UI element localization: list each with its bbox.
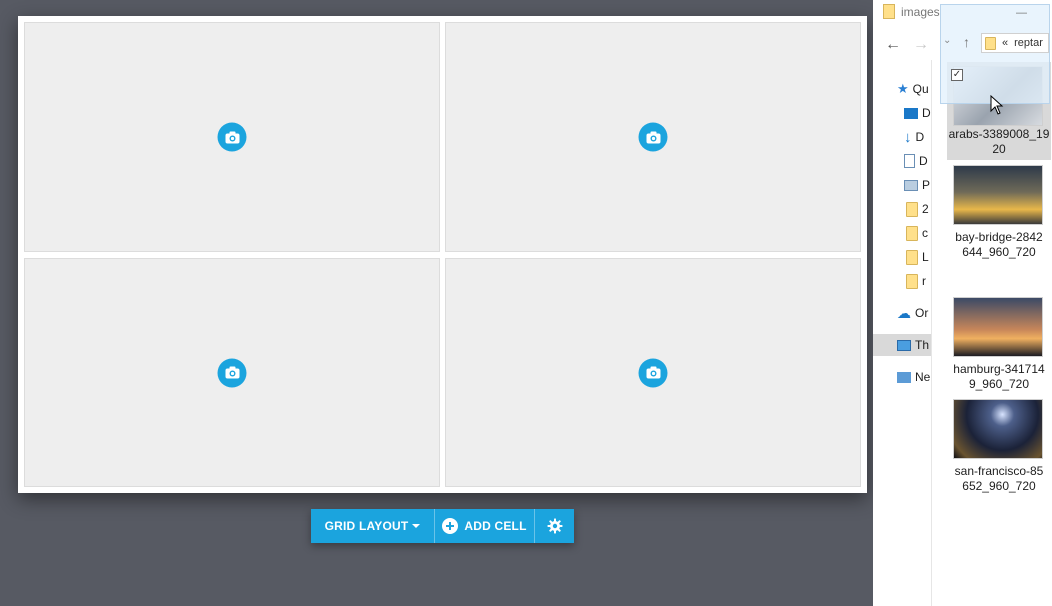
file-name: bay-bridge-2842 644_960_720	[955, 230, 1043, 259]
folder-icon	[985, 36, 996, 50]
camera-add-icon[interactable]	[638, 122, 668, 152]
nav-item-label: Th	[915, 338, 930, 352]
file-thumbnail	[953, 399, 1043, 459]
file-name: san-francisco-85 652_960_720	[954, 464, 1044, 493]
folder-icon	[906, 249, 918, 265]
grid-canvas	[18, 16, 867, 493]
download-icon: ↓	[904, 128, 912, 146]
navigation-pane: ★ Qu D ↓ D D P 2 c L r ☁ Or Th Ne	[873, 60, 932, 606]
add-cell-label: ADD CELL	[464, 519, 527, 533]
file-thumbnail	[953, 297, 1043, 357]
nav-item-desktop[interactable]: D	[904, 102, 938, 124]
grid-cell-2[interactable]	[445, 22, 861, 252]
grid-layout-label: GRID LAYOUT	[324, 519, 409, 533]
nav-item-label: D	[922, 106, 931, 120]
grid-layout-button[interactable]: GRID LAYOUT	[311, 509, 435, 543]
camera-add-icon[interactable]	[638, 358, 668, 387]
caret-down-icon	[412, 524, 421, 528]
network-icon	[897, 371, 911, 383]
nav-item-label: 2	[922, 202, 929, 216]
folder-icon	[906, 201, 918, 217]
nav-item-label: Qu	[912, 82, 929, 96]
nav-item-folder[interactable]: c	[906, 222, 940, 244]
nav-item-quick-access[interactable]: ★ Qu	[897, 78, 931, 100]
cursor-icon	[990, 94, 1004, 120]
drag-preview: — ⌄ ↑ « reptar ✓	[940, 4, 1050, 104]
nav-item-this-pc[interactable]: Th	[873, 334, 931, 356]
file-name: arabs-3389008_19 20	[948, 127, 1050, 156]
pictures-icon	[904, 179, 918, 191]
nav-item-pictures[interactable]: P	[904, 174, 938, 196]
gear-icon	[547, 518, 563, 534]
window-title: images	[901, 5, 940, 19]
grid-cell-1[interactable]	[24, 22, 440, 252]
nav-item-label: c	[922, 226, 928, 240]
file-name: hamburg-341714 9_960_720	[953, 362, 1045, 391]
nav-item-folder[interactable]: r	[906, 270, 940, 292]
desktop-icon	[904, 107, 918, 119]
camera-add-icon[interactable]	[217, 122, 247, 152]
grid-cell-3[interactable]	[24, 258, 440, 487]
nav-item-label: P	[922, 178, 931, 192]
nav-item-label: r	[922, 274, 926, 288]
star-icon: ★	[897, 81, 909, 96]
settings-button[interactable]	[535, 509, 574, 543]
breadcrumb-prefix: «	[1002, 37, 1009, 49]
nav-item-label: D	[919, 154, 928, 168]
nav-item-label: L	[922, 250, 929, 264]
nav-item-documents[interactable]: D	[904, 150, 938, 172]
folder-icon	[906, 225, 918, 241]
checkbox[interactable]: ✓	[951, 69, 963, 81]
forward-arrow-icon[interactable]: →	[913, 36, 929, 54]
file-thumbnail	[953, 165, 1043, 225]
plus-circle-icon	[442, 518, 459, 534]
nav-item-folder[interactable]: 2	[906, 198, 940, 220]
nav-item-label: Or	[915, 306, 929, 320]
address-bar[interactable]: « reptar	[981, 33, 1049, 53]
folder-icon	[906, 273, 918, 289]
nav-item-onedrive[interactable]: ☁ Or	[897, 302, 931, 324]
camera-add-icon[interactable]	[217, 358, 247, 387]
this-pc-icon	[897, 339, 911, 351]
address-text: reptar	[1014, 37, 1043, 49]
nav-item-label: D	[915, 130, 925, 144]
minimize-icon[interactable]: —	[1016, 7, 1027, 19]
grid-cell-4[interactable]	[445, 258, 861, 487]
document-icon	[904, 154, 915, 168]
add-cell-button[interactable]: ADD CELL	[435, 509, 535, 543]
nav-item-network[interactable]: Ne	[897, 366, 931, 388]
onedrive-icon: ☁	[897, 304, 911, 321]
nav-item-downloads[interactable]: ↓ D	[904, 126, 938, 148]
up-arrow-icon[interactable]: ↑	[963, 34, 970, 50]
nav-item-label: Ne	[915, 370, 931, 384]
layout-toolbar: GRID LAYOUT ADD CELL	[311, 509, 574, 543]
back-arrow-icon[interactable]: ←	[885, 36, 901, 54]
nav-item-folder[interactable]: L	[906, 246, 940, 268]
folder-icon	[883, 4, 895, 19]
chevron-down-icon[interactable]: ⌄	[943, 35, 951, 46]
